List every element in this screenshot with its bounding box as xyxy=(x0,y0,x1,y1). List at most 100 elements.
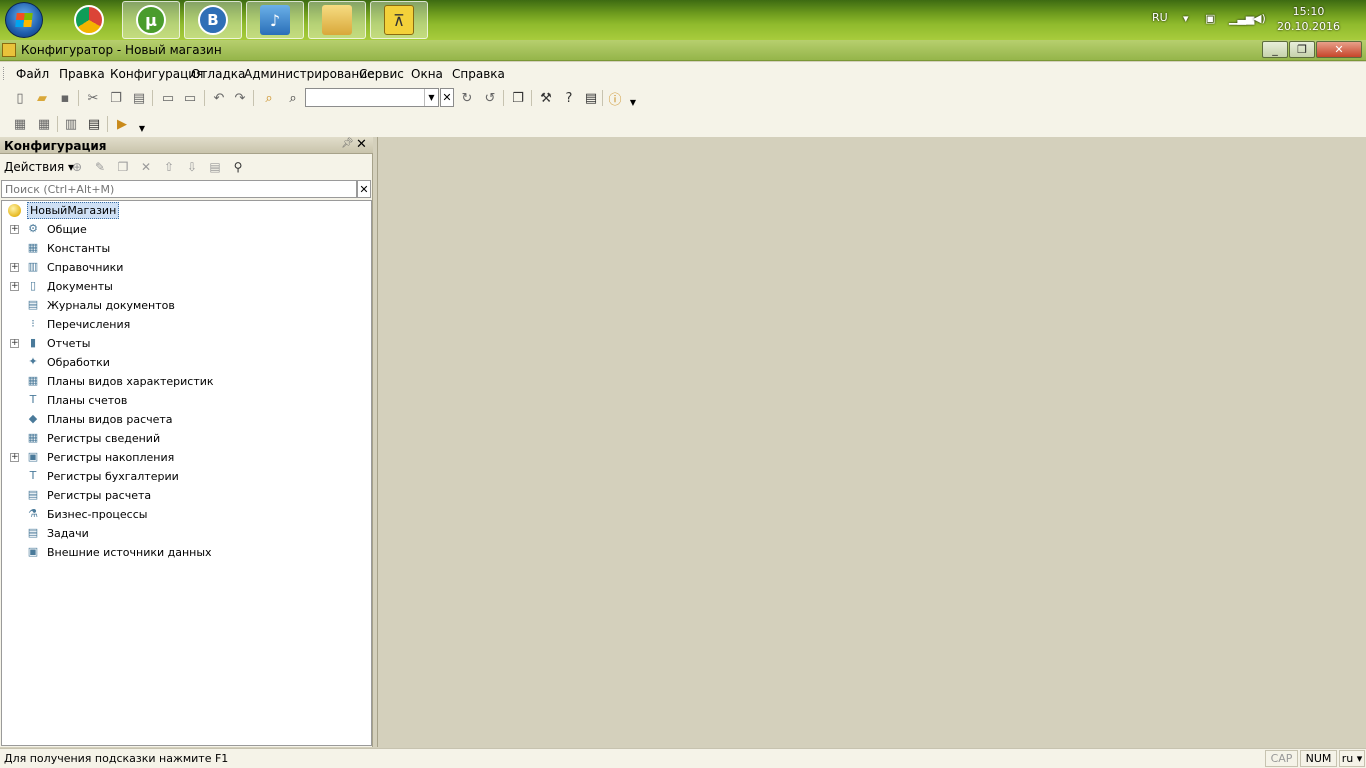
tree-item[interactable]: + ▮ Отчеты xyxy=(2,334,371,353)
open-configuration-icon[interactable]: ▦ xyxy=(11,115,29,133)
tree-item[interactable]: ▦ Планы видов характеристик xyxy=(2,372,371,391)
help-search-icon[interactable]: ? xyxy=(560,89,578,107)
close-button[interactable]: ✕ xyxy=(1316,41,1362,58)
copy-icon[interactable]: ❐ xyxy=(107,89,125,107)
tree-item[interactable]: ◆ Планы видов расчета xyxy=(2,410,371,429)
menu-edit[interactable]: Правка xyxy=(59,67,105,81)
chevron-down-icon[interactable]: ▼ xyxy=(424,89,438,106)
expand-icon[interactable]: + xyxy=(10,225,19,234)
expand-icon[interactable]: + xyxy=(10,453,19,462)
tree-item[interactable]: + ▣ Регистры накопления xyxy=(2,448,371,467)
search-clear-button[interactable]: ✕ xyxy=(440,88,454,107)
table-icon[interactable]: ▤ xyxy=(85,115,103,133)
copy-icon[interactable]: ❐ xyxy=(115,159,131,175)
chevron-down-icon[interactable]: ▼ xyxy=(624,93,642,111)
tree-item[interactable]: + ▥ Справочники xyxy=(2,258,371,277)
find-in-files-icon[interactable]: ⌕ xyxy=(260,89,278,107)
redo-icon[interactable]: ↷ xyxy=(231,89,249,107)
taskbar-language[interactable]: RU xyxy=(1152,11,1168,24)
tree-item[interactable]: ▤ Регистры расчета xyxy=(2,486,371,505)
tree-root[interactable]: НовыйМагазин xyxy=(2,201,371,220)
info-icon[interactable]: ⓘ xyxy=(606,89,624,108)
taskbar-app-chrome[interactable] xyxy=(60,1,118,39)
move-up-icon[interactable]: ⇧ xyxy=(161,159,177,175)
panel-search-clear-button[interactable]: ✕ xyxy=(357,180,371,198)
windows-icon[interactable]: ❐ xyxy=(509,89,527,107)
expand-icon[interactable]: + xyxy=(10,339,19,348)
taskbar-app-1c[interactable]: ⊼ xyxy=(370,1,428,39)
menu-file[interactable]: Файл xyxy=(16,67,49,81)
taskbar-clock[interactable]: 15:10 20.10.2016 xyxy=(1277,4,1340,34)
common-icon: ⚙ xyxy=(28,222,38,235)
open-folder-icon[interactable]: ▰ xyxy=(33,89,51,107)
search-combobox[interactable]: ▼ xyxy=(305,88,439,107)
chevron-down-icon[interactable]: ▼ xyxy=(133,119,151,137)
syntax-helper-icon[interactable]: ⚒ xyxy=(537,89,555,107)
database-icon[interactable]: ▥ xyxy=(62,115,80,133)
start-debugging-icon[interactable]: ▶ xyxy=(113,115,131,133)
menu-windows[interactable]: Окна xyxy=(411,67,443,81)
filter-icon[interactable]: ⚲ xyxy=(230,159,246,175)
help-contents-icon[interactable]: ▤ xyxy=(582,89,600,107)
print-icon[interactable]: ▭ xyxy=(159,89,177,107)
edit-icon[interactable]: ✎ xyxy=(92,159,108,175)
tree-item[interactable]: ▤ Журналы документов xyxy=(2,296,371,315)
expand-icon[interactable]: + xyxy=(10,263,19,272)
tree-item[interactable]: T Регистры бухгалтерии xyxy=(2,467,371,486)
tree-item[interactable]: ▤ Задачи xyxy=(2,524,371,543)
tray-usb-icon[interactable]: ▣ xyxy=(1205,12,1215,25)
panel-close-icon[interactable]: ✕ xyxy=(356,137,367,152)
menubar-grip[interactable] xyxy=(3,67,6,80)
taskbar-app-music[interactable]: ♪ xyxy=(246,1,304,39)
find-next-icon[interactable]: ↻ xyxy=(458,89,476,107)
tree-item[interactable]: T Планы счетов xyxy=(2,391,371,410)
new-file-icon[interactable]: ▯ xyxy=(11,89,29,107)
documents-icon: ▯ xyxy=(29,279,37,292)
tree-item-label: Внешние источники данных xyxy=(47,546,212,559)
sort-icon[interactable]: ▤ xyxy=(207,159,223,175)
menu-service[interactable]: Сервис xyxy=(359,67,404,81)
menu-configuration[interactable]: Конфигурация xyxy=(110,67,203,81)
taskbar-app-explorer[interactable] xyxy=(308,1,366,39)
find-icon[interactable]: ⌕ xyxy=(284,89,302,107)
menu-administration[interactable]: Администрирование xyxy=(244,67,374,81)
taskbar-app-utorrent[interactable]: µ xyxy=(122,1,180,39)
actions-menu[interactable]: Действия ▾ xyxy=(4,160,74,174)
print-preview-icon[interactable]: ▭ xyxy=(181,89,199,107)
tree-item[interactable]: + ▯ Документы xyxy=(2,277,371,296)
find-previous-icon[interactable]: ↺ xyxy=(481,89,499,107)
panel-search-input[interactable] xyxy=(2,181,356,197)
cut-icon[interactable]: ✂ xyxy=(84,89,102,107)
menu-help[interactable]: Справка xyxy=(452,67,505,81)
tree-item[interactable]: ▦ Константы xyxy=(2,239,371,258)
status-language[interactable]: ru ▾ xyxy=(1339,750,1365,767)
expand-icon[interactable]: + xyxy=(10,282,19,291)
minimize-button[interactable]: _ xyxy=(1262,41,1288,58)
undo-icon[interactable]: ↶ xyxy=(210,89,228,107)
tree-item[interactable]: ⚗ Бизнес-процессы xyxy=(2,505,371,524)
tree-item[interactable]: ✦ Обработки xyxy=(2,353,371,372)
tray-volume-icon[interactable]: ◀) xyxy=(1253,12,1266,25)
delete-icon[interactable]: ✕ xyxy=(138,159,154,175)
move-down-icon[interactable]: ⇩ xyxy=(184,159,200,175)
save-icon[interactable]: ▪ xyxy=(56,89,74,107)
tree-item-label: Справочники xyxy=(47,261,124,274)
paste-icon[interactable]: ▤ xyxy=(130,89,148,107)
tray-network-icon[interactable]: ▁▃▅ xyxy=(1229,12,1254,25)
pin-icon[interactable]: 📌︎ xyxy=(341,138,354,149)
tree-item[interactable]: ⁝ Перечисления xyxy=(2,315,371,334)
tree-item[interactable]: ▣ Внешние источники данных xyxy=(2,543,371,562)
compare-configuration-icon[interactable]: ▦ xyxy=(35,115,53,133)
add-icon[interactable]: ⊕ xyxy=(69,159,85,175)
menu-debug[interactable]: Отладка xyxy=(191,67,245,81)
maximize-button[interactable]: ❐ xyxy=(1289,41,1315,58)
panel-search-field[interactable] xyxy=(1,180,357,198)
toolbar-separator xyxy=(204,90,205,106)
start-button[interactable] xyxy=(5,2,43,38)
taskbar-app-vk[interactable]: B xyxy=(184,1,242,39)
tree-root-label: НовыйМагазин xyxy=(27,202,120,219)
toolbar-separator xyxy=(253,90,254,106)
tree-item[interactable]: ▦ Регистры сведений xyxy=(2,429,371,448)
tray-expand-icon[interactable]: ▾ xyxy=(1183,12,1189,25)
tree-item[interactable]: + ⚙ Общие xyxy=(2,220,371,239)
